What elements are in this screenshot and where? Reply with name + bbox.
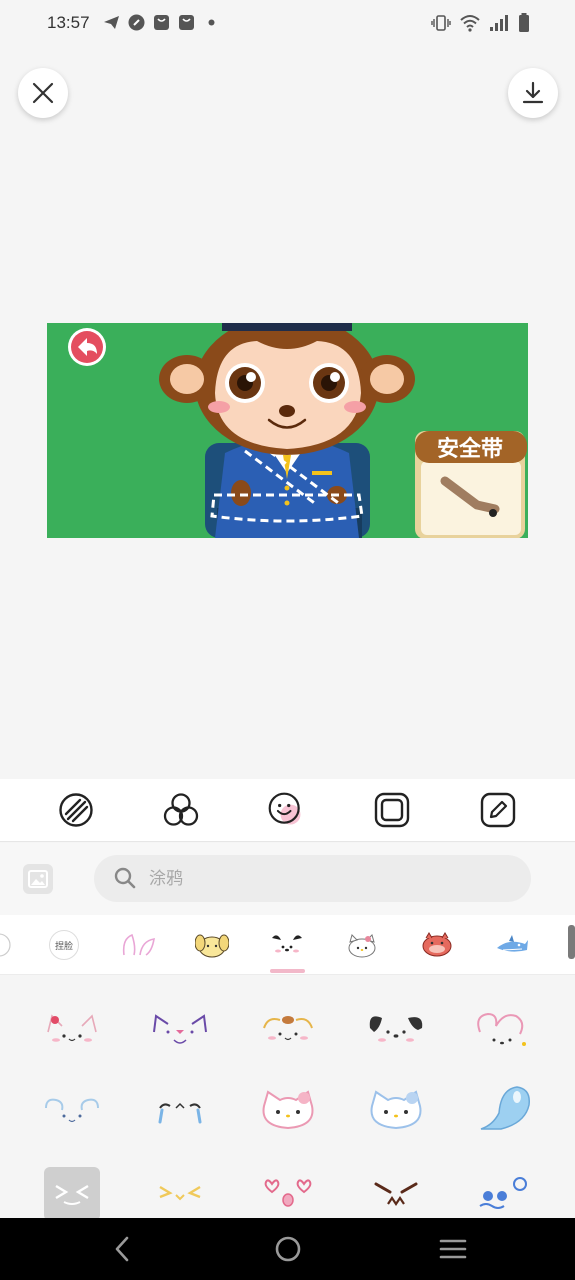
category-tab-4[interactable] [269, 927, 305, 963]
sticker-item[interactable] [366, 1005, 426, 1055]
compass-icon [128, 14, 145, 31]
system-nav-bar [0, 1218, 575, 1280]
category-tab-3[interactable] [194, 927, 230, 963]
sticker-item[interactable] [258, 1085, 318, 1135]
sticker-item[interactable] [258, 1167, 318, 1217]
preview-image[interactable]: 安全带 [47, 323, 528, 538]
heart-eyes-sticker [264, 1179, 312, 1207]
crying-face-sticker [158, 1102, 202, 1124]
texture-icon [59, 793, 93, 827]
tool-filter-button[interactable] [162, 791, 200, 829]
nav-back-button[interactable] [107, 1234, 137, 1264]
status-time: 13:57 [47, 13, 90, 32]
selected-tab-indicator [270, 969, 305, 973]
close-icon [32, 82, 54, 104]
search-box[interactable] [94, 855, 531, 902]
bear-ears-sticker [263, 1016, 313, 1041]
category-tab-5[interactable] [344, 927, 380, 963]
sticker-category-tabs: 捏脸 [0, 915, 575, 975]
back-chevron-icon [115, 1236, 129, 1262]
category-tab-6[interactable] [419, 927, 455, 963]
sticker-smile-icon [268, 792, 301, 825]
nav-home-button[interactable] [273, 1234, 303, 1264]
black-ears-sticker [369, 1016, 423, 1042]
pencil-icon [480, 792, 516, 828]
sticker-item[interactable] [150, 1085, 210, 1135]
category-tab-1[interactable]: 捏脸 [46, 927, 82, 963]
telegram-icon [103, 14, 120, 31]
shopping-bag-icon-2 [178, 14, 195, 31]
filter-circles-icon [163, 793, 199, 826]
shopping-bag-icon [153, 14, 170, 31]
hello-kitty-pink-sticker [262, 1090, 314, 1130]
cat-ears-sticker [47, 1014, 97, 1042]
category-tab-2[interactable] [120, 927, 156, 963]
game-card-label: 安全带 [437, 437, 504, 462]
hello-kitty-blue-sticker [370, 1090, 422, 1130]
pink-heart-sticker [477, 1012, 526, 1046]
dog-face-icon [195, 934, 229, 958]
signal-icon [489, 14, 509, 36]
face-text-icon: 捏脸 [49, 930, 79, 960]
notification-dot-icon [203, 14, 220, 31]
sticker-item[interactable] [474, 1083, 534, 1133]
purple-cat-sticker [153, 1014, 207, 1044]
shark-icon [497, 935, 528, 952]
red-monster-icon [422, 932, 452, 957]
search-row [0, 843, 575, 915]
bunny-ears-icon [122, 933, 155, 956]
gray-box-sticker [55, 1184, 89, 1205]
tool-texture-button[interactable] [57, 791, 95, 829]
download-icon [522, 81, 544, 104]
status-bar: 13:57 [0, 0, 575, 48]
tool-sticker-button[interactable] [267, 791, 305, 829]
sticker-grid [0, 975, 575, 1218]
gallery-button[interactable] [23, 864, 53, 894]
search-icon [114, 867, 136, 893]
angry-face-sticker [374, 1182, 418, 1206]
edit-toolbar [0, 779, 575, 842]
wifi-icon [460, 14, 480, 36]
sticker-item[interactable] [258, 1005, 318, 1055]
pochacco-icon [272, 935, 302, 953]
tool-edit-button[interactable] [479, 791, 517, 829]
frame-icon [374, 792, 410, 828]
sticker-item[interactable] [44, 1167, 100, 1218]
sticker-item[interactable] [42, 1005, 102, 1055]
sticker-item[interactable] [474, 1167, 534, 1217]
nav-recents-button[interactable] [438, 1234, 468, 1264]
sticker-item[interactable] [474, 1005, 534, 1055]
search-input[interactable] [149, 866, 509, 892]
battery-icon [518, 13, 530, 37]
squint-face-sticker [159, 1185, 201, 1201]
image-icon [28, 870, 48, 888]
blue-ghost-sticker [480, 1086, 530, 1130]
blue-eyes-sticker [479, 1177, 527, 1209]
download-button[interactable] [508, 68, 558, 118]
sticker-item[interactable] [150, 1167, 210, 1217]
home-circle-icon [275, 1236, 301, 1262]
cinnamoroll-sticker [45, 1098, 99, 1123]
sticker-item[interactable] [366, 1085, 426, 1135]
recents-menu-icon [439, 1239, 467, 1259]
category-tab-0[interactable] [0, 927, 22, 963]
partial-tab-icon [0, 933, 11, 957]
close-button[interactable] [18, 68, 68, 118]
tool-frame-button[interactable] [373, 791, 411, 829]
vibrate-icon [431, 14, 451, 36]
sticker-item[interactable] [150, 1005, 210, 1055]
hello-kitty-icon [348, 934, 376, 958]
category-tab-7[interactable] [494, 927, 530, 963]
sticker-item[interactable] [366, 1167, 426, 1217]
scroll-edge-tab[interactable] [568, 925, 575, 959]
sticker-item[interactable] [42, 1085, 102, 1135]
